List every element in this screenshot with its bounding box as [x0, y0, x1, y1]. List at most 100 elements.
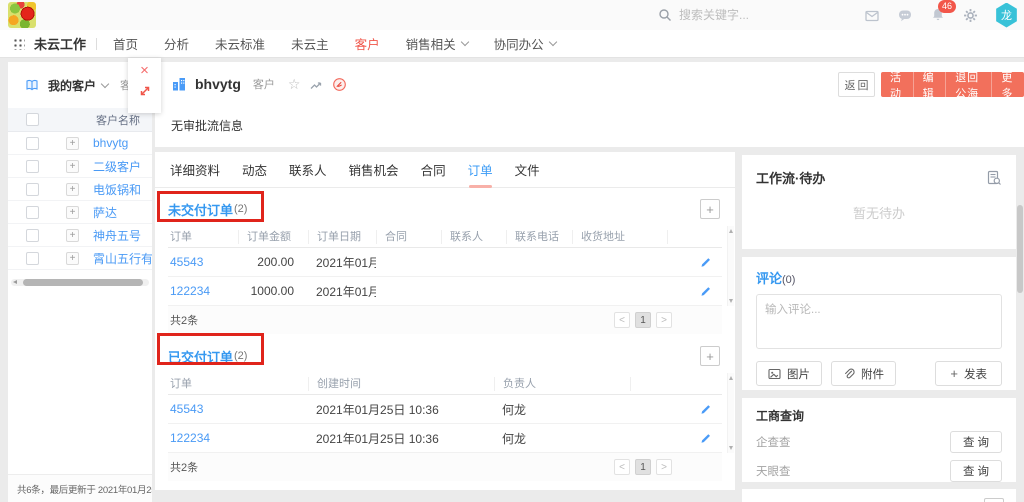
scrollbar-thumb[interactable]	[23, 279, 143, 286]
nav-item-sales[interactable]: 销售相关	[406, 34, 468, 53]
partial-section-card: 跟进人 +	[742, 489, 1016, 502]
building-icon	[171, 76, 187, 92]
nav-item-standard[interactable]: 未云标准	[215, 34, 265, 53]
scrollbar-thumb[interactable]	[1017, 205, 1023, 293]
expand-row-icon[interactable]: +	[66, 137, 79, 150]
publish-button[interactable]: + 发表	[935, 361, 1002, 386]
book-icon	[24, 78, 40, 92]
workflow-search-icon[interactable]	[986, 170, 1002, 186]
row-checkbox[interactable]	[26, 160, 39, 173]
return-pool-button[interactable]: 退回公海	[945, 72, 991, 97]
app-logo[interactable]	[8, 2, 36, 28]
comment-input[interactable]	[756, 294, 1002, 349]
tab-feed[interactable]: 动态	[242, 152, 267, 188]
workspace-title[interactable]: 未云工作	[34, 34, 86, 53]
add-button[interactable]: +	[984, 498, 1004, 502]
detail-body: 详细资料 动态 联系人 销售机会 合同 订单 文件 未交付订单 (2) + 订单…	[155, 152, 735, 490]
notifications[interactable]: 46	[930, 7, 946, 23]
order-link[interactable]: 45543	[168, 255, 238, 269]
expand-row-icon[interactable]: +	[66, 229, 79, 242]
order-link[interactable]: 122234	[168, 431, 308, 445]
customer-row: + 电饭锅和	[8, 178, 152, 201]
nav-item-analysis[interactable]: 分析	[164, 34, 189, 53]
add-order-button[interactable]: +	[700, 199, 720, 219]
expand-row-icon[interactable]: +	[66, 183, 79, 196]
horizontal-scrollbar[interactable]	[11, 279, 149, 286]
edit-icon[interactable]	[630, 403, 722, 415]
edit-icon[interactable]	[667, 256, 722, 268]
row-checkbox[interactable]	[26, 183, 39, 196]
page-scrollbar[interactable]	[1017, 62, 1023, 502]
global-search[interactable]	[658, 4, 819, 26]
close-icon[interactable]: ×	[140, 58, 149, 84]
nav-item-main[interactable]: 未云主	[291, 34, 329, 53]
apps-grid-icon[interactable]	[12, 37, 25, 50]
user-avatar[interactable]: 龙	[995, 3, 1018, 28]
tab-contracts[interactable]: 合同	[421, 152, 446, 188]
current-page[interactable]: 1	[635, 459, 651, 475]
approval-message: 无审批流信息	[171, 117, 243, 134]
pagination: < 1 >	[614, 312, 672, 328]
settings-gear-icon[interactable]	[963, 8, 978, 23]
tab-opportunities[interactable]: 销售机会	[349, 152, 399, 188]
tab-files[interactable]: 文件	[515, 152, 540, 188]
tab-details[interactable]: 详细资料	[170, 152, 220, 188]
edit-icon[interactable]	[667, 285, 722, 297]
expand-diagonal-icon[interactable]	[138, 84, 152, 98]
lookup-query-button[interactable]: 查询	[950, 460, 1002, 482]
expand-row-icon[interactable]: +	[66, 160, 79, 173]
prev-page-button[interactable]: <	[614, 312, 630, 328]
customer-link[interactable]: 电饭锅和	[93, 181, 141, 198]
expand-row-icon[interactable]: +	[66, 206, 79, 219]
search-input[interactable]	[679, 8, 819, 22]
star-favorite-icon[interactable]: ☆	[288, 77, 301, 91]
attachment-button[interactable]: 附件	[831, 361, 896, 386]
tab-contacts[interactable]: 联系人	[289, 152, 327, 188]
customer-link[interactable]: 二级客户	[93, 158, 141, 175]
customer-link[interactable]: 神舟五号	[93, 227, 141, 244]
customer-row: + 萨达	[8, 201, 152, 224]
lookup-query-button[interactable]: 查询	[950, 431, 1002, 453]
scroll-down-icon[interactable]	[729, 446, 733, 450]
order-link[interactable]: 45543	[168, 402, 308, 416]
customer-link[interactable]: 萨达	[93, 204, 117, 221]
row-checkbox[interactable]	[26, 137, 39, 150]
row-checkbox[interactable]	[26, 206, 39, 219]
nav-item-home[interactable]: 首页	[113, 34, 138, 53]
scroll-left-arrow-icon[interactable]	[13, 280, 17, 284]
expand-row-icon[interactable]: +	[66, 252, 79, 265]
chat-icon[interactable]	[897, 8, 913, 23]
scroll-up-icon[interactable]	[729, 229, 733, 233]
prev-page-button[interactable]: <	[614, 459, 630, 475]
table-scrollbar[interactable]	[727, 226, 734, 306]
select-all-checkbox[interactable]	[26, 113, 39, 126]
add-order-button[interactable]: +	[700, 346, 720, 366]
tab-orders[interactable]: 订单	[468, 152, 493, 188]
row-checkbox[interactable]	[26, 252, 39, 265]
back-button[interactable]: 返回	[838, 72, 875, 97]
next-page-button[interactable]: >	[656, 312, 672, 328]
action-buttons: 活动 编辑 退回公海 更多	[881, 72, 1024, 97]
lookup-title: 工商查询	[756, 407, 1002, 424]
mail-icon[interactable]	[864, 8, 880, 23]
table-row: 122234 1000.00 2021年01月25日	[168, 277, 722, 306]
hierarchy-icon[interactable]	[310, 79, 322, 90]
total-count: 共2条	[170, 312, 198, 328]
image-button[interactable]: 图片	[756, 361, 822, 386]
current-page[interactable]: 1	[635, 312, 651, 328]
customer-link[interactable]: bhvytg	[93, 136, 128, 150]
edit-icon[interactable]	[630, 432, 722, 444]
row-checkbox[interactable]	[26, 229, 39, 242]
locked-badge-icon[interactable]	[332, 77, 347, 92]
service-name: 天眼查	[756, 463, 791, 479]
next-page-button[interactable]: >	[656, 459, 672, 475]
activity-button[interactable]: 活动	[881, 72, 913, 97]
nav-item-collab[interactable]: 协同办公	[494, 34, 556, 53]
scroll-down-icon[interactable]	[729, 299, 733, 303]
edit-button[interactable]: 编辑	[913, 72, 946, 97]
order-link[interactable]: 122234	[168, 284, 238, 298]
customer-link[interactable]: 霄山五行有限	[93, 250, 152, 267]
nav-item-customer[interactable]: 客户	[355, 34, 380, 53]
table-scrollbar[interactable]	[727, 373, 734, 453]
scroll-up-icon[interactable]	[729, 376, 733, 380]
